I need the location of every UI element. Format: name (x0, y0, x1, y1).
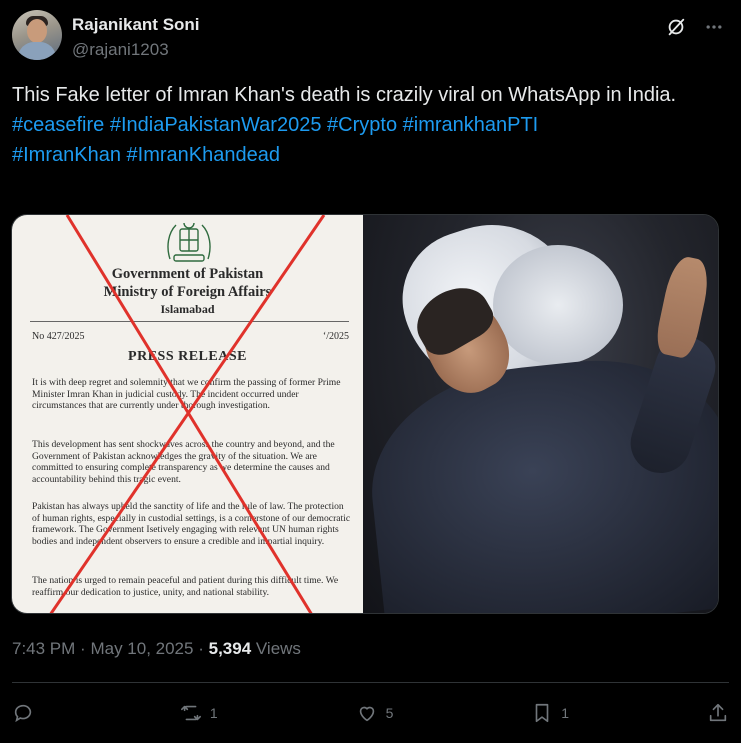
tweet-time[interactable]: 7:43 PM (12, 639, 75, 658)
hashtag[interactable]: #ImranKhandead (127, 144, 280, 166)
hashtag[interactable]: #ceasefire (12, 114, 104, 136)
more-button[interactable] (699, 12, 729, 42)
photo-pillow (493, 245, 623, 365)
avatar[interactable] (12, 10, 62, 60)
repost-icon (180, 705, 201, 721)
letter-paragraph: Pakistan has always upheld the sanctity … (32, 501, 351, 547)
heart-icon (359, 706, 374, 722)
letter-heading: PRESS RELEASE (128, 349, 247, 364)
like-button[interactable]: 5 (356, 702, 394, 724)
letter-ministry: Ministry of Foreign Affairs (103, 284, 272, 300)
letter-paragraph: The nation is urged to remain peaceful a… (32, 575, 339, 598)
author-display-name[interactable]: Rajanikant Soni (72, 14, 200, 36)
letter-divider (30, 321, 349, 322)
author-names: Rajanikant Soni @rajani1203 (72, 10, 200, 62)
letter-city: Islamabad (160, 302, 215, 316)
tweet-date[interactable]: May 10, 2025 (90, 639, 193, 658)
bookmark-button[interactable]: 1 (531, 702, 569, 724)
header-actions (661, 12, 729, 42)
tweet-text: This Fake letter of Imran Khan's death i… (12, 80, 712, 170)
author-handle[interactable]: @rajani1203 (72, 39, 200, 61)
grok-button[interactable] (661, 12, 691, 42)
hashtag[interactable]: #IndiaPakistanWar2025 (110, 114, 322, 136)
hashtag[interactable]: #ImranKhan (12, 144, 121, 166)
divider (12, 682, 729, 683)
pakistan-emblem-icon (167, 222, 211, 262)
repost-button[interactable]: 1 (180, 702, 218, 724)
letter-date: ‘/2025 (322, 331, 349, 342)
letter-paragraph: It is with deep regret and solemnity tha… (32, 377, 341, 411)
tweet-body: This Fake letter of Imran Khan's death i… (12, 84, 677, 106)
avatar-face (27, 19, 47, 43)
media-photo-image[interactable] (363, 215, 718, 613)
meta-separator: · (198, 639, 204, 658)
hashtag-list: #ceasefire #IndiaPakistanWar2025 #Crypto… (12, 110, 712, 170)
grok-icon (668, 18, 685, 36)
reply-icon (14, 704, 32, 723)
hashtag[interactable]: #Crypto (327, 114, 397, 136)
tweet-meta: 7:43 PM · May 10, 2025 · 5,394 Views (12, 638, 301, 660)
bookmark-icon (535, 703, 549, 723)
avatar-body (18, 42, 56, 60)
like-count: 5 (385, 705, 394, 721)
meta-separator: · (80, 639, 86, 658)
hashtag[interactable]: #imrankhanPTI (403, 114, 539, 136)
bookmark-count: 1 (561, 705, 570, 721)
repost-count: 1 (209, 705, 218, 721)
letter-government: Government of Pakistan (111, 266, 264, 282)
media-gallery: Government of Pakistan Ministry of Forei… (11, 214, 719, 614)
letter-ref-number: No 427/2025 (32, 331, 85, 342)
tweet-header: Rajanikant Soni @rajani1203 (12, 10, 729, 62)
views-label: Views (255, 639, 301, 658)
tweet-post: Rajanikant Soni @rajani1203 This Fake le… (0, 0, 741, 743)
share-button[interactable] (707, 702, 729, 724)
media-letter-image[interactable]: Government of Pakistan Ministry of Forei… (12, 215, 363, 613)
share-icon (709, 703, 727, 722)
views-count: 5,394 (208, 639, 252, 658)
reply-button[interactable] (12, 702, 42, 724)
more-icon (706, 25, 722, 29)
action-bar: 1 5 1 (12, 696, 729, 730)
letter-paragraph: This development has sent shockwaves acr… (32, 439, 335, 485)
